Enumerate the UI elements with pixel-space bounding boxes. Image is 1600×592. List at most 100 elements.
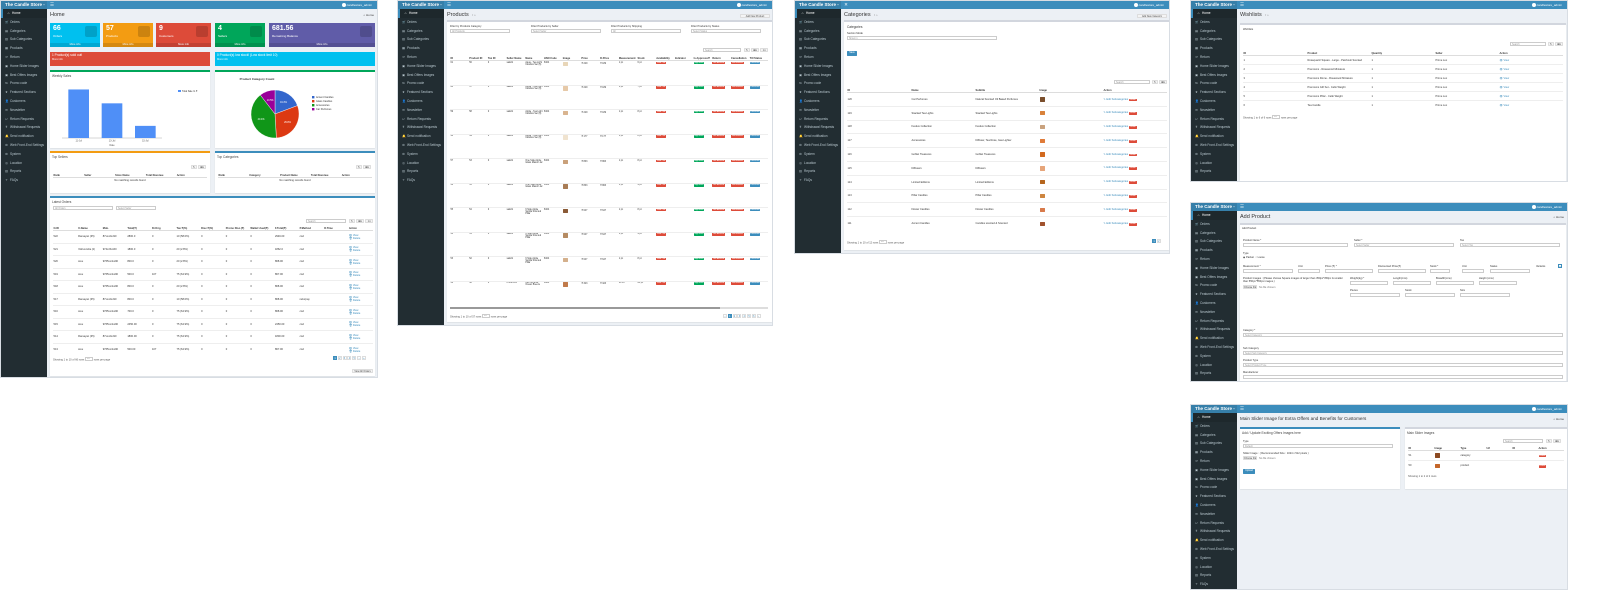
sidebar-item-faqs[interactable]: ? FAQs: [1191, 580, 1237, 589]
edit-subcategories-link[interactable]: ✎ Edit Subcategories: [1104, 208, 1129, 211]
search-input[interactable]: Search: [1510, 42, 1546, 46]
sidebar-item-home-slider-images[interactable]: ▣ Home Slider Images: [1191, 62, 1237, 71]
unit-select[interactable]: [1298, 269, 1320, 273]
user-menu[interactable]: candlestore_admin: [1132, 3, 1166, 8]
sidebar-item-sub-categories[interactable]: ▥ Sub Categories: [1, 35, 47, 44]
sidebar-item-customers[interactable]: 👤Customers: [795, 97, 841, 106]
menu-toggle-icon[interactable]: ☰: [1239, 1, 1245, 9]
delete-button[interactable]: Delete: [1538, 454, 1547, 458]
sidebar-item-home[interactable]: ⌂ Home: [1, 9, 47, 18]
sidebar-item-send-notification[interactable]: 🔔Send notification: [1191, 132, 1237, 141]
section-mode-select[interactable]: Show in: [847, 36, 997, 40]
home-crumb-icon[interactable]: / ⌂: [874, 13, 877, 17]
sidebar-item-orders[interactable]: 🛒Orders: [1, 18, 47, 27]
sidebar-item-newsletter[interactable]: ✉ Newsletter: [1191, 308, 1237, 317]
sidebar-item-reports[interactable]: ▥ Reports: [795, 167, 841, 176]
alert-more-link[interactable]: More info: [217, 58, 373, 61]
home-crumb-icon[interactable]: / ⌂: [1265, 13, 1268, 17]
sidebar-item-products[interactable]: ▦ Products: [795, 44, 841, 53]
sidebar-item-faqs[interactable]: ? FAQs: [398, 176, 444, 185]
sidebar-item-reports[interactable]: ▥ Reports: [1, 167, 47, 176]
pieces-input[interactable]: [1350, 293, 1400, 297]
sidebar-item-newsletter[interactable]: ✉ Newsletter: [795, 106, 841, 115]
rows-per-page-select[interactable]: 10: [879, 240, 888, 244]
sidebar-item-location[interactable]: ◎ Location: [1191, 563, 1237, 572]
seller-select[interactable]: Select Seller: [116, 206, 156, 210]
sidebar-item-home[interactable]: ⌂ Home: [1191, 211, 1237, 220]
user-menu[interactable]: candlestore_admin: [340, 3, 374, 8]
discounted-price-input[interactable]: [1378, 269, 1426, 273]
sidebar-item-sub-categories[interactable]: ▥ Sub Categories: [398, 35, 444, 44]
view-link[interactable]: 👁 View: [1500, 77, 1510, 80]
sidebar-item-home[interactable]: ⌂ Home: [398, 9, 444, 18]
rows-per-page-select[interactable]: 10: [1272, 115, 1281, 119]
sidebar-item-return[interactable]: ↺ Return: [795, 53, 841, 62]
sidebar-item-return[interactable]: ↺ Return: [1191, 457, 1237, 466]
more-info-link[interactable]: More info: [215, 43, 265, 47]
delete-button[interactable]: Delete: [1128, 126, 1137, 129]
delete-order-link[interactable]: 🗑 Delete: [349, 262, 373, 265]
add-new-product-button[interactable]: Add New Product: [740, 14, 770, 18]
page-button[interactable]: 1: [727, 314, 732, 318]
delete-button[interactable]: Delete: [1128, 98, 1137, 102]
product-type-select[interactable]: Select Product Type: [1243, 363, 1563, 367]
sidebar-item-featured-sections[interactable]: ★ Featured Sections: [1191, 88, 1237, 97]
alert-more-link[interactable]: More info: [52, 58, 208, 61]
sidebar-item-system[interactable]: ⚙ System: [1191, 150, 1237, 159]
sidebar-item-web-front-end-settings[interactable]: ⚙ Web Front-End Settings: [1191, 343, 1237, 352]
page-button[interactable]: 2: [1156, 239, 1161, 243]
sidebar-item-return[interactable]: ↺ Return: [1191, 53, 1237, 62]
sidebar-item-promo-code[interactable]: % Promo code: [795, 79, 841, 88]
measurement-input[interactable]: [1243, 269, 1293, 273]
home-crumb-icon[interactable]: / ⌂: [472, 13, 475, 17]
sidebar-item-location[interactable]: ◎ Location: [1, 159, 47, 168]
page-button[interactable]: 4: [347, 356, 352, 360]
sidebar-item-orders[interactable]: 🛒Orders: [1191, 220, 1237, 229]
sidebar-item-reports[interactable]: ▥ Reports: [1191, 369, 1237, 378]
sub-category-select[interactable]: Select Sub Category: [1243, 351, 1563, 355]
sidebar-item-return[interactable]: ↺ Return: [398, 53, 444, 62]
delete-order-link[interactable]: 🗑 Delete: [349, 249, 373, 252]
rows-per-page-select[interactable]: 10: [85, 357, 94, 361]
stat-card-orders[interactable]: 66 Orders More info: [50, 23, 100, 47]
brand-logo[interactable]: The Candle Store -: [398, 1, 444, 9]
sidebar-item-newsletter[interactable]: ✉ Newsletter: [1191, 106, 1237, 115]
sidebar-item-orders[interactable]: 🛒Orders: [398, 18, 444, 27]
delete-order-link[interactable]: 🗑 Delete: [349, 350, 373, 353]
user-menu[interactable]: candlestore_admin: [735, 3, 769, 8]
refresh-button[interactable]: ↻: [1546, 439, 1552, 443]
sidebar-item-web-front-end-settings[interactable]: ⚙ Web Front-End Settings: [398, 141, 444, 150]
sidebar-item-home[interactable]: ⌂ Home: [1191, 413, 1237, 422]
more-info-link[interactable]: More info: [156, 43, 211, 47]
sidebar-item-faqs[interactable]: ? FAQs: [795, 176, 841, 185]
sidebar-item-location[interactable]: ◎ Location: [1191, 159, 1237, 168]
sidebar-item-best-offers-images[interactable]: ▣ Best Offers Images: [795, 71, 841, 80]
sidebar-item-web-front-end-settings[interactable]: ⚙ Web Front-End Settings: [795, 141, 841, 150]
columns-button[interactable]: ▦▾: [198, 165, 206, 169]
sidebar-item-best-offers-images[interactable]: ▣ Best Offers Images: [1191, 273, 1237, 282]
delete-order-link[interactable]: 🗑 Delete: [349, 274, 373, 277]
sidebar-item-categories[interactable]: ▤ Categories: [1191, 431, 1237, 440]
delete-order-link[interactable]: 🗑 Delete: [349, 287, 373, 290]
upload-button[interactable]: Upload: [1243, 469, 1255, 474]
page-button[interactable]: 3: [737, 314, 742, 318]
sidebar-item-featured-sections[interactable]: ★ Featured Sections: [1191, 290, 1237, 299]
breadcrumb[interactable]: ⌂ Home: [363, 13, 374, 17]
columns-button[interactable]: ▦▾: [1555, 42, 1563, 46]
rows-per-page-select[interactable]: 10: [482, 314, 491, 318]
refresh-button[interactable]: ↻: [356, 165, 362, 169]
sidebar-item-sub-categories[interactable]: ▥ Sub Categories: [1191, 35, 1237, 44]
view-all-orders-button[interactable]: View All Orders: [352, 369, 373, 373]
choose-file-button[interactable]: Choose File: [1243, 456, 1257, 460]
sidebar-item-sub-categories[interactable]: ▥ Sub Categories: [1191, 439, 1237, 448]
stat-card-sellers[interactable]: 4 Sellers More info: [215, 23, 265, 47]
bar-13-Jul[interactable]: [101, 103, 123, 138]
page-button[interactable]: 1: [333, 356, 337, 360]
product-name-input[interactable]: [1243, 243, 1348, 247]
sidebar-item-best-offers-images[interactable]: ▣ Best Offers Images: [398, 71, 444, 80]
brand-logo[interactable]: The Candle Store -: [1, 1, 47, 9]
delete-order-link[interactable]: 🗑 Delete: [349, 237, 373, 240]
delete-order-link[interactable]: 🗑 Delete: [349, 324, 373, 327]
menu-toggle-icon[interactable]: ☰: [1239, 405, 1245, 413]
page-button[interactable]: 4: [742, 314, 747, 318]
